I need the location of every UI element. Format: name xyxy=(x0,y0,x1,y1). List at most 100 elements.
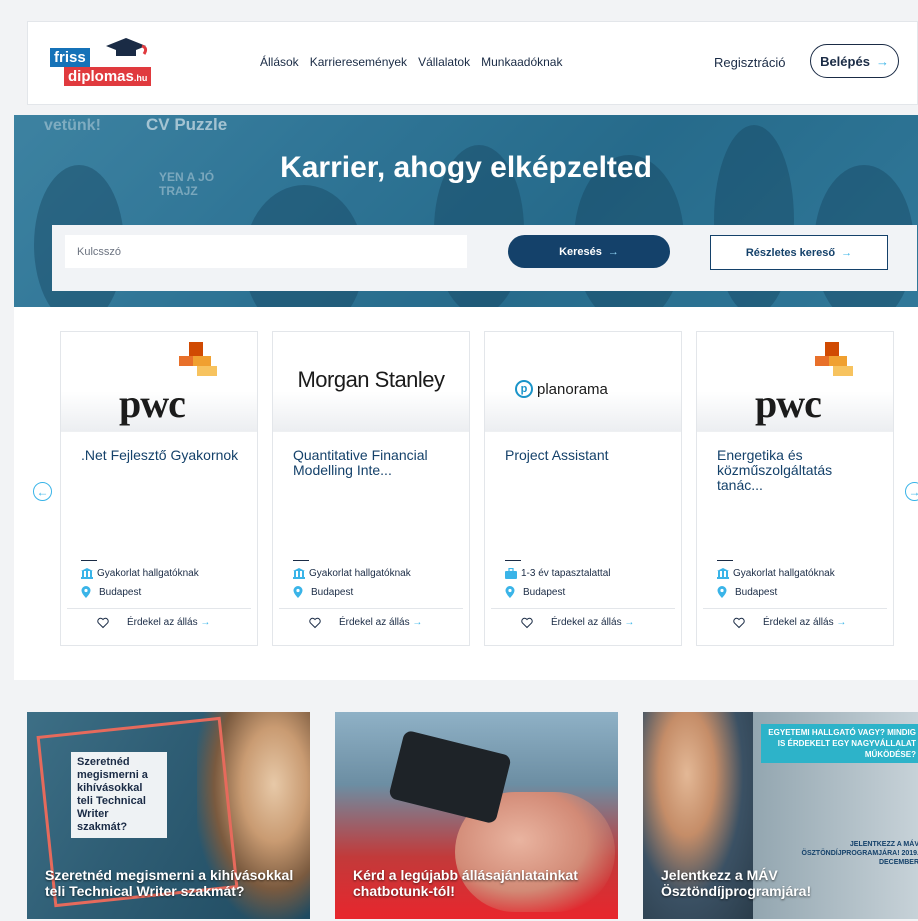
interest-link[interactable]: Érdekel az állás → xyxy=(763,617,846,628)
interest-link[interactable]: Érdekel az állás → xyxy=(339,617,422,628)
promo-caption: Szeretnéd megismerni a kihívásokkal teli… xyxy=(45,867,294,899)
divider xyxy=(81,560,97,561)
company-logo-pwc: pwc xyxy=(697,332,893,432)
heart-icon[interactable] xyxy=(733,617,745,629)
planorama-p-icon: p xyxy=(515,380,533,398)
heart-icon[interactable] xyxy=(97,617,109,629)
company-name: Morgan Stanley xyxy=(297,367,445,392)
briefcase-icon xyxy=(505,568,517,579)
arrow-right-icon: → xyxy=(624,617,635,628)
location-pin-icon xyxy=(505,586,515,598)
promo-note: Szeretnéd megismerni a kihívásokkal teli… xyxy=(71,752,167,838)
job-card[interactable]: pwc .Net Fejlesztő Gyakornok Gyakorlat h… xyxy=(60,331,258,646)
carousel-next-button[interactable]: → xyxy=(905,482,918,501)
job-carousel: ← pwc .Net Fejlesztő Gyakornok Gyakorlat… xyxy=(14,307,918,680)
company-name: planorama xyxy=(537,380,608,398)
search-button[interactable]: Keresés → xyxy=(508,235,670,268)
location-label: Budapest xyxy=(99,586,142,598)
promo-caption: Kérd a legújabb állásajánlatainkat chatb… xyxy=(353,867,578,899)
heart-icon[interactable] xyxy=(521,617,533,629)
frissdiplomas-logo[interactable]: friss diplomas.hu xyxy=(50,34,182,92)
location-pin-icon xyxy=(293,586,303,598)
job-title[interactable]: Quantitative Financial Modelling Inte... xyxy=(293,448,453,478)
main-nav: Állások Karrieresemények Vállalatok Munk… xyxy=(260,55,562,69)
search-label: Keresés xyxy=(559,245,602,258)
building-icon xyxy=(717,568,729,579)
job-title[interactable]: Project Assistant xyxy=(505,448,665,463)
card-footer: Érdekel az állás → xyxy=(703,608,887,638)
nav-item-munkaadoknak[interactable]: Munkaadóknak xyxy=(481,55,562,69)
job-card[interactable]: p planorama Project Assistant 1-3 év tap… xyxy=(484,331,682,646)
job-location: Budapest xyxy=(81,586,141,598)
interest-link[interactable]: Érdekel az állás → xyxy=(127,617,210,628)
carousel-prev-button[interactable]: ← xyxy=(33,482,52,501)
arrow-left-icon: ← xyxy=(36,484,49,499)
job-type: Gyakorlat hallgatóknak xyxy=(81,568,199,579)
pwc-logo-mark-icon xyxy=(179,342,217,376)
nav-item-karrieresemenyek[interactable]: Karrieresemények xyxy=(310,55,407,69)
site-header: friss diplomas.hu Állások Karrieresemény… xyxy=(27,21,918,105)
location-label: Budapest xyxy=(735,586,778,598)
job-type-label: Gyakorlat hallgatóknak xyxy=(97,568,199,579)
nav-item-allasok[interactable]: Állások xyxy=(260,55,299,69)
logo-top-text: friss xyxy=(50,48,90,67)
location-pin-icon xyxy=(81,586,91,598)
graduation-cap-icon xyxy=(106,38,148,56)
divider xyxy=(717,560,733,561)
pwc-logo-mark-icon xyxy=(815,342,853,376)
job-title[interactable]: Energetika és közműszolgáltatás tanác... xyxy=(717,448,877,493)
location-label: Budapest xyxy=(523,586,566,598)
promo-tile-mav[interactable]: EGYETEMI HALLGATÓ VAGY? MINDIG IS ÉRDEKE… xyxy=(643,712,918,919)
nav-item-vallalatok[interactable]: Vállalatok xyxy=(418,55,470,69)
location-label: Budapest xyxy=(311,586,354,598)
promo-tile-chatbot[interactable]: Kérd a legújabb állásajánlatainkat chatb… xyxy=(335,712,618,919)
arrow-right-icon: → xyxy=(200,617,211,628)
job-type-label: 1-3 év tapasztalattal xyxy=(521,568,611,579)
job-type: Gyakorlat hallgatóknak xyxy=(293,568,411,579)
arrow-right-icon: → xyxy=(412,617,423,628)
promo-small-text: JELENTKEZZ A MÁV ÖSZTÖNDÍJPROGRAMJÁRA! 2… xyxy=(801,841,918,866)
job-type-label: Gyakorlat hallgatóknak xyxy=(733,568,835,579)
keyword-input[interactable] xyxy=(65,235,467,268)
divider xyxy=(293,560,309,561)
building-icon xyxy=(293,568,305,579)
hero-bg-text: CV Puzzle xyxy=(146,115,228,134)
hero-title: Karrier, ahogy elképzelted xyxy=(280,151,652,184)
promo-caption: Jelentkezz a MÁV Ösztöndíjprogramjára! xyxy=(661,867,812,899)
job-type: 1-3 év tapasztalattal xyxy=(505,568,611,579)
job-card[interactable]: pwc Energetika és közműszolgáltatás taná… xyxy=(696,331,894,646)
heart-icon[interactable] xyxy=(309,617,321,629)
card-footer: Érdekel az állás → xyxy=(491,608,675,638)
building-icon xyxy=(81,568,93,579)
search-panel: Keresés → Részletes kereső → xyxy=(52,225,917,291)
register-link[interactable]: Regisztráció xyxy=(714,55,786,70)
promo-tile-technical-writer[interactable]: Szeretnéd megismerni a kihívásokkal teli… xyxy=(27,712,310,919)
job-type-label: Gyakorlat hallgatóknak xyxy=(309,568,411,579)
company-logo-planorama: p planorama xyxy=(485,332,681,432)
location-pin-icon xyxy=(717,586,727,598)
job-location: Budapest xyxy=(293,586,353,598)
planorama-logo: p planorama xyxy=(515,380,608,398)
job-location: Budapest xyxy=(505,586,565,598)
company-name: pwc xyxy=(119,381,186,426)
arrow-right-icon: → xyxy=(875,53,889,69)
arrow-right-icon: → xyxy=(836,617,847,628)
job-card[interactable]: Morgan Stanley Quantitative Financial Mo… xyxy=(272,331,470,646)
login-button[interactable]: Belépés → xyxy=(810,44,899,78)
job-type: Gyakorlat hallgatóknak xyxy=(717,568,835,579)
hero-bg-text: vetünk! xyxy=(44,117,101,134)
promo-banner: EGYETEMI HALLGATÓ VAGY? MINDIG IS ÉRDEKE… xyxy=(761,724,918,763)
divider xyxy=(505,560,521,561)
job-location: Budapest xyxy=(717,586,777,598)
company-logo-morgan-stanley: Morgan Stanley xyxy=(273,332,469,432)
phone-image xyxy=(388,729,512,825)
advanced-search-label: Részletes kereső xyxy=(745,246,836,259)
job-title[interactable]: .Net Fejlesztő Gyakornok xyxy=(81,448,241,463)
logo-bottom-text: diplomas.hu xyxy=(64,67,152,86)
interest-link[interactable]: Érdekel az állás → xyxy=(551,617,634,628)
login-label: Belépés xyxy=(820,53,870,69)
company-name: pwc xyxy=(755,381,822,426)
hero-banner: vetünk! CV Puzzle YEN A JÓ TRAJZ Karrier… xyxy=(14,115,918,307)
advanced-search-button[interactable]: Részletes kereső → xyxy=(710,235,888,270)
arrow-right-icon: → xyxy=(841,246,853,259)
